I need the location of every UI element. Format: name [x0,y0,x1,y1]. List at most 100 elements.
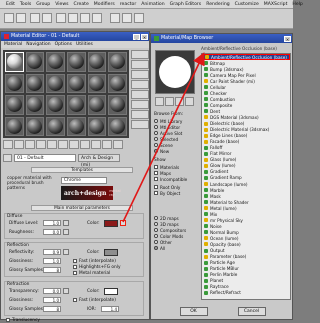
menu-help[interactable]: Help [292,2,302,7]
sample-slot[interactable] [66,116,86,136]
map-list-item[interactable]: Reflect/Refract [202,290,290,296]
sample-slot[interactable] [66,52,86,72]
put-to-library-icon[interactable] [69,140,79,149]
rotate-icon[interactable] [80,13,90,23]
browser-close-button[interactable]: × [284,35,291,42]
checkbox[interactable] [154,177,158,181]
options-icon[interactable] [131,110,149,119]
diffuse-color-swatch[interactable] [104,220,118,227]
refraction-color-swatch[interactable] [104,288,118,295]
go-to-parent-icon[interactable] [113,140,123,149]
main-params-rollout-header[interactable]: Main material parameters [31,205,133,211]
select-by-material-icon[interactable] [131,120,149,129]
sample-slot[interactable] [87,52,107,72]
move-icon[interactable] [68,13,78,23]
material-name-field[interactable]: 01 - Default [14,153,76,162]
radio-button[interactable] [154,222,158,226]
diffuse-level-map-button[interactable] [63,220,69,226]
make-preview-icon[interactable] [131,100,149,109]
reset-map-icon[interactable] [36,140,46,149]
radio-button[interactable] [154,137,158,141]
sample-slot[interactable] [5,52,24,72]
menu-edit[interactable]: Edit [6,2,15,7]
mirror-icon[interactable] [122,13,132,23]
browser-titlebar[interactable]: Material/Map Browser × [151,34,292,43]
sample-slot[interactable] [46,116,65,136]
radio-button[interactable] [154,143,158,147]
sample-slot[interactable] [5,116,24,136]
menu-views[interactable]: Views [55,2,68,7]
minimize-button[interactable]: _ [133,33,140,40]
map-type-option[interactable]: All [154,245,198,251]
reflectivity-spinner[interactable]: 0.9 [43,249,61,255]
map-list-item[interactable]: Ambient/Reflective Occlusion (base) [202,54,290,61]
templates-rollout-header[interactable]: Templates [31,167,133,173]
put-to-scene-icon[interactable] [14,140,24,149]
checkbox[interactable] [154,165,158,169]
sample-slot[interactable] [87,95,107,115]
view-list-icons-icon[interactable] [165,97,174,106]
diffuse-color-map-button[interactable] [120,220,126,226]
material-effects-icon[interactable] [80,140,90,149]
sample-slot[interactable] [25,116,45,136]
me-menu-utilities[interactable]: Utilities [76,42,93,47]
refraction-glossy-samples-spinner[interactable]: 8 [43,306,61,312]
link-icon[interactable] [30,13,40,23]
sample-slot[interactable] [46,52,65,72]
view-large-icons-icon[interactable] [185,97,194,106]
fast-interpolate-checkbox[interactable] [73,259,77,263]
roughness-map-button[interactable] [63,229,69,235]
sample-slot[interactable] [87,73,107,93]
sample-slot[interactable] [25,73,45,93]
undo-icon[interactable] [4,13,14,23]
menu-group[interactable]: Group [36,2,50,7]
me-menu-navigation[interactable]: Navigation [26,42,50,47]
cancel-button[interactable]: Cancel [237,306,266,316]
sample-slot[interactable] [66,73,86,93]
sample-slot[interactable] [108,95,127,115]
radio-button[interactable] [154,234,158,238]
sample-slot[interactable] [87,116,107,136]
transparency-map-button[interactable] [63,288,69,294]
menu-customize[interactable]: Customize [235,2,259,7]
checkbox[interactable] [154,191,158,195]
radio-button[interactable] [154,125,158,129]
background-icon[interactable] [131,70,149,79]
me-menu-material[interactable]: Material [4,42,22,47]
radio-button[interactable] [154,228,158,232]
sample-slot[interactable] [66,95,86,115]
select-icon[interactable] [56,13,66,23]
material-editor-titlebar[interactable]: Material Editor - 01 - Default _ × [1,32,149,41]
menu-rendering[interactable]: Rendering [206,2,229,7]
sample-slot[interactable] [46,73,65,93]
reflectivity-map-button[interactable] [63,249,69,255]
diffuse-level-spinner[interactable]: 1.0 [43,220,61,226]
map-list[interactable]: Ambient/Reflective Occlusion (base) Bitma… [201,53,291,300]
sample-slot[interactable] [108,52,127,72]
show-map-icon[interactable] [91,140,101,149]
ok-button[interactable]: OK [179,306,208,316]
view-small-icons-icon[interactable] [175,97,184,106]
menu-create[interactable]: Create [74,2,89,7]
radio-button[interactable] [154,240,158,244]
browse-from-option[interactable]: New [154,148,198,154]
template-dropdown[interactable]: Chrome [61,177,107,184]
sample-slot[interactable] [25,95,45,115]
roughness-spinner[interactable]: 0.0 [43,229,61,235]
show-option[interactable]: Incompatible [154,176,198,182]
radio-button[interactable] [154,216,158,220]
material-type-button[interactable]: Arch & Design (mi) [78,153,120,168]
me-menu-options[interactable]: Options [55,42,72,47]
radio-button[interactable] [154,246,158,250]
menu-maxscript[interactable]: MAXScript [264,2,288,7]
snap-icon[interactable] [110,13,120,23]
sample-slot[interactable] [5,95,24,115]
checkbox[interactable] [154,171,158,175]
reflection-color-swatch[interactable] [104,249,118,256]
assign-material-icon[interactable] [25,140,35,149]
sample-slot[interactable] [46,95,65,115]
highlights-fg-checkbox[interactable] [73,265,77,269]
ior-spinner[interactable]: 1.4 [101,306,119,312]
transparency-spinner[interactable]: 0.0 [43,288,61,294]
refraction-fast-interpolate-checkbox[interactable] [73,298,77,302]
